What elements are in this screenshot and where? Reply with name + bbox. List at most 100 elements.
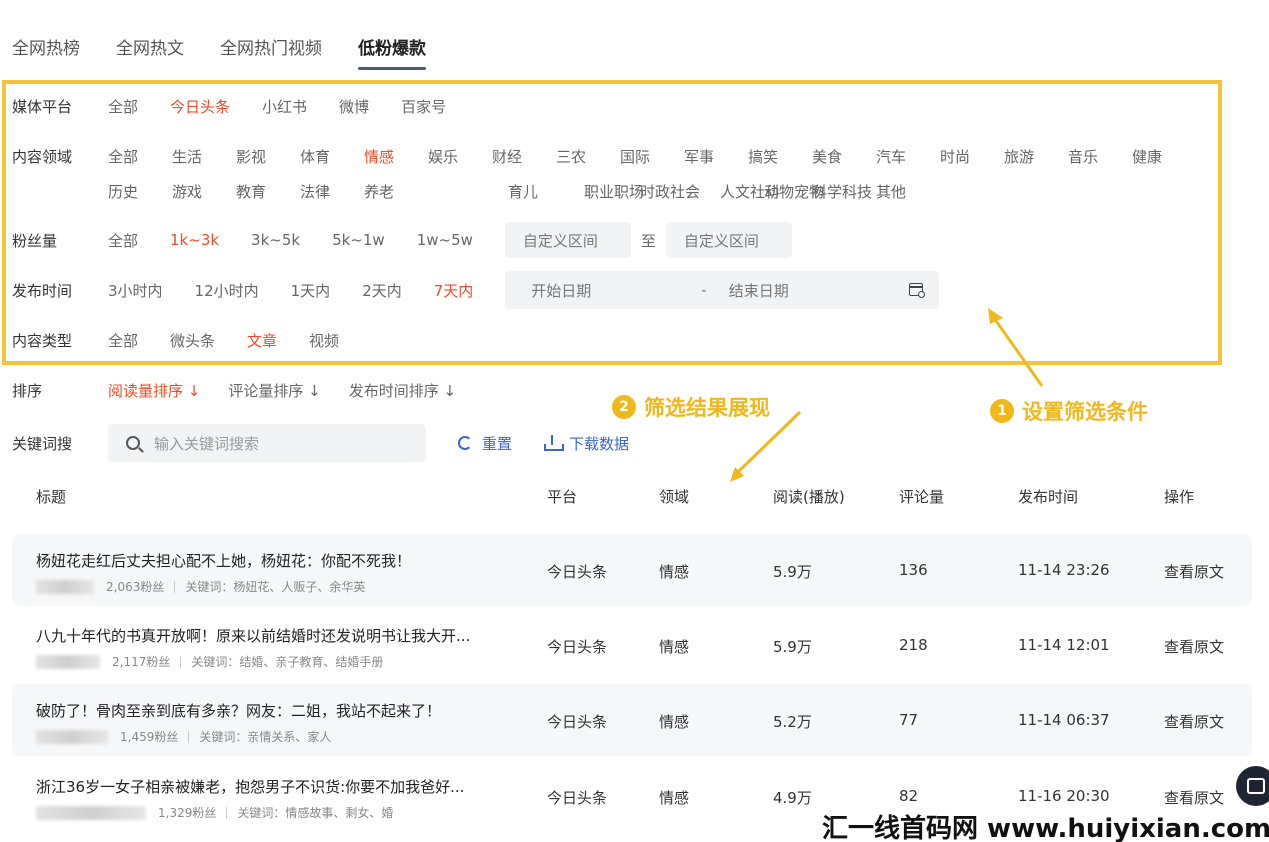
row-platform: 今日头条 xyxy=(547,638,608,656)
table-header: 标题 平台 领域 阅读(播放) 评论量 发布时间 操作 xyxy=(12,486,1252,522)
view-original-link[interactable]: 查看原文 xyxy=(1164,787,1224,808)
platform-option-all[interactable]: 全部 xyxy=(108,96,138,117)
field-option[interactable]: 教育 xyxy=(236,181,300,202)
field-option[interactable]: 影视 xyxy=(236,146,300,167)
download-icon xyxy=(544,435,565,451)
row-time: 11-14 06:37 xyxy=(1018,711,1110,729)
type-option-video[interactable]: 视频 xyxy=(309,330,339,351)
field-option[interactable]: 旅游 xyxy=(1004,146,1068,167)
time-option-3h[interactable]: 3小时内 xyxy=(108,280,163,301)
field-option[interactable]: 搞笑 xyxy=(748,146,812,167)
row-title[interactable]: 八九十年代的书真开放啊！原来以前结婚时还发说明书让我大开... xyxy=(36,625,470,646)
table-row: 杨妞花走红后丈夫担心配不上她，杨妞花：你配不死我！ 2,063粉丝 关键词：杨妞… xyxy=(12,534,1252,606)
fans-option-3k-5k[interactable]: 3k~5k xyxy=(251,231,300,249)
fans-option-1w-5w[interactable]: 1w~5w xyxy=(417,231,473,249)
platform-option-xiaohongshu[interactable]: 小红书 xyxy=(262,96,307,117)
row-keywords: 关键词：情感故事、剩女、婚 xyxy=(237,806,394,820)
date-range-picker[interactable]: 开始日期 - 结束日期 xyxy=(505,271,940,309)
field-option[interactable]: 娱乐 xyxy=(428,146,492,167)
meta-divider xyxy=(188,730,190,743)
view-original-link[interactable]: 查看原文 xyxy=(1164,636,1224,657)
row-title[interactable]: 浙江36岁一女子相亲被嫌老，抱怨男子不识货:你要不加我爸好... xyxy=(36,776,464,797)
field-option[interactable]: 生活 xyxy=(172,146,236,167)
view-original-link[interactable]: 查看原文 xyxy=(1164,711,1224,732)
field-option[interactable]: 时尚 xyxy=(940,146,1004,167)
fans-option-5k-1w[interactable]: 5k~1w xyxy=(332,231,385,249)
view-original-link[interactable]: 查看原文 xyxy=(1164,561,1224,582)
blurred-author xyxy=(36,654,100,669)
field-option[interactable]: 法律 xyxy=(300,181,364,202)
field-option[interactable]: 游戏 xyxy=(172,181,236,202)
field-option[interactable]: 健康 xyxy=(1132,146,1196,167)
keyword-row: 关键词搜 输入关键词搜索 重置 下载数据 xyxy=(12,424,629,462)
tab-hot-articles[interactable]: 全网热文 xyxy=(116,34,184,70)
field-option[interactable]: 体育 xyxy=(300,146,364,167)
row-time: 11-14 12:01 xyxy=(1018,636,1110,654)
row-title[interactable]: 杨妞花走红后丈夫担心配不上她，杨妞花：你配不死我！ xyxy=(36,550,411,571)
field-option[interactable]: 财经 xyxy=(492,146,556,167)
arrow-head-results xyxy=(730,467,744,482)
download-button[interactable]: 下载数据 xyxy=(544,433,629,454)
type-option-all[interactable]: 全部 xyxy=(108,330,138,351)
time-option-12h[interactable]: 12小时内 xyxy=(195,280,259,301)
keyword-search-input[interactable]: 输入关键词搜索 xyxy=(108,424,426,462)
fans-option-all[interactable]: 全部 xyxy=(108,230,138,251)
row-field: 情感 xyxy=(659,789,690,807)
meta-divider xyxy=(226,806,228,819)
row-title[interactable]: 破防了！骨肉至亲到底有多亲？网友：二姐，我站不起来了！ xyxy=(36,700,441,721)
field-option[interactable]: 养老 xyxy=(364,181,428,202)
filter-label-fans: 粉丝量 xyxy=(12,231,58,250)
sort-label: 排序 xyxy=(12,382,43,400)
row-keywords: 关键词：杨妞花、人贩子、余华英 xyxy=(185,580,366,594)
site-watermark: 汇一线首码网 www.huiyixian.com xyxy=(822,814,1269,842)
blurred-author xyxy=(36,729,108,744)
field-option[interactable]: 其他 xyxy=(876,181,940,202)
row-comments: 82 xyxy=(899,787,919,805)
type-option-micro[interactable]: 微头条 xyxy=(170,330,215,351)
platform-option-weibo[interactable]: 微博 xyxy=(339,96,369,117)
reset-button[interactable]: 重置 xyxy=(458,433,512,454)
tab-low-fans-hits[interactable]: 低粉爆款 xyxy=(358,34,426,70)
field-option[interactable]: 国际 xyxy=(620,146,684,167)
row-platform: 今日头条 xyxy=(547,563,608,581)
field-option[interactable]: 军事 xyxy=(684,146,748,167)
field-option[interactable]: 汽车 xyxy=(876,146,940,167)
tab-hot-videos[interactable]: 全网热门视频 xyxy=(220,34,322,70)
field-option[interactable]: 美食 xyxy=(812,146,876,167)
type-option-article[interactable]: 文章 xyxy=(247,330,277,351)
field-option[interactable]: 情感 xyxy=(364,146,428,167)
field-option[interactable]: 历史 xyxy=(108,181,172,202)
blurred-author xyxy=(36,579,94,594)
row-fans: 1,329粉丝 xyxy=(158,806,217,820)
row-meta: 2,117粉丝 关键词：结婚、亲子教育、结婚手册 xyxy=(36,653,383,670)
field-option[interactable]: 全部 xyxy=(108,146,172,167)
sort-by-comments[interactable]: 评论量排序 ↓ xyxy=(228,380,320,401)
header-platform: 平台 xyxy=(547,488,578,506)
platform-option-baijiahao[interactable]: 百家号 xyxy=(401,96,446,117)
filter-row-field: 内容领域 全部 生活 影视 体育 情感 娱乐 财经 三农 国际 军事 搞笑 美食 汽车 时尚 旅游 音乐 健康历… xyxy=(12,146,1196,202)
row-keywords: 关键词：亲情关系、家人 xyxy=(199,730,332,744)
tab-hot-list[interactable]: 全网热榜 xyxy=(12,34,80,70)
field-option[interactable]: 三农 xyxy=(556,146,620,167)
reset-label: 重置 xyxy=(482,434,513,453)
fans-option-1k-3k[interactable]: 1k~3k xyxy=(170,231,219,249)
end-date-input[interactable]: 结束日期 xyxy=(729,280,789,301)
annotation-badge-1: 1 xyxy=(990,399,1014,423)
field-option[interactable]: 音乐 xyxy=(1068,146,1132,167)
time-option-2d[interactable]: 2天内 xyxy=(362,280,402,301)
fans-range-from-input[interactable]: 自定义区间 xyxy=(504,222,631,258)
filter-row-type: 内容类型 全部 微头条 文章 视频 xyxy=(12,330,371,351)
time-option-7d[interactable]: 7天内 xyxy=(434,280,474,301)
fans-range-to-input[interactable]: 自定义区间 xyxy=(665,222,792,258)
time-option-1d[interactable]: 1天内 xyxy=(291,280,331,301)
calendar-icon[interactable] xyxy=(909,283,926,298)
start-date-input[interactable]: 开始日期 xyxy=(531,280,591,301)
chat-icon[interactable] xyxy=(1236,766,1269,806)
sort-by-time[interactable]: 发布时间排序 ↓ xyxy=(349,380,456,401)
keyword-label: 关键词搜 xyxy=(12,434,73,453)
sort-by-views[interactable]: 阅读量排序 ↓ xyxy=(108,380,200,401)
row-views: 5.9万 xyxy=(773,638,812,656)
row-field: 情感 xyxy=(659,638,690,656)
table-row: 八九十年代的书真开放啊！原来以前结婚时还发说明书让我大开... 2,117粉丝 … xyxy=(12,609,1252,681)
platform-option-toutiao[interactable]: 今日头条 xyxy=(170,96,230,117)
